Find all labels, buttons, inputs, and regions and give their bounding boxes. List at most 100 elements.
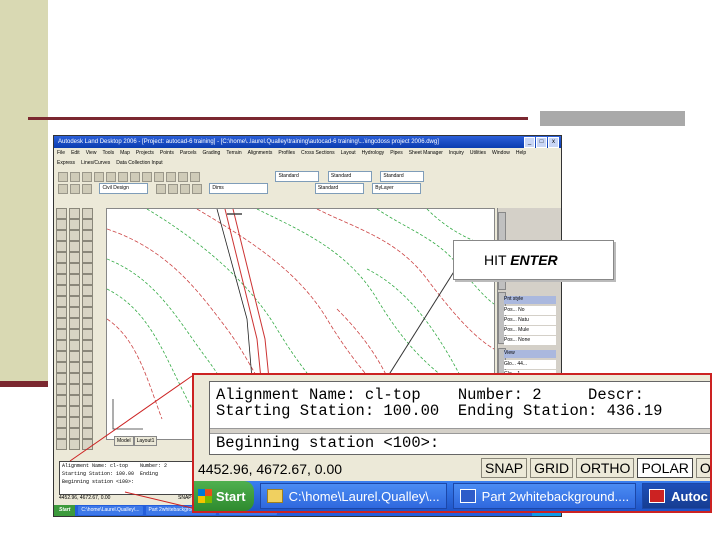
- menu-item[interactable]: Layout: [341, 148, 356, 159]
- tool-icon[interactable]: [82, 230, 93, 241]
- tool-icon[interactable]: [69, 439, 80, 450]
- tool-icon[interactable]: [56, 263, 67, 274]
- tool-icon[interactable]: [69, 219, 80, 230]
- menu-item[interactable]: Profiles: [278, 148, 295, 159]
- paste-icon[interactable]: [142, 172, 152, 182]
- tool-icon[interactable]: [69, 395, 80, 406]
- start-button[interactable]: Start: [194, 481, 254, 511]
- tool-icon[interactable]: [82, 208, 93, 219]
- menu-item[interactable]: Pipes: [390, 148, 403, 159]
- tool-icon[interactable]: [56, 373, 67, 384]
- taskbar-item-autocad[interactable]: Autoc: [642, 483, 710, 509]
- preview-icon[interactable]: [106, 172, 116, 182]
- table-style-select[interactable]: Standard: [380, 171, 425, 182]
- tool-icon[interactable]: [56, 241, 67, 252]
- bulb-icon[interactable]: [155, 184, 166, 194]
- tool-icon[interactable]: [69, 263, 80, 274]
- new-icon[interactable]: [58, 172, 68, 182]
- layer-icon[interactable]: [58, 184, 68, 194]
- tool-icon[interactable]: [82, 241, 93, 252]
- tab-model[interactable]: Model: [114, 436, 134, 446]
- menu-item[interactable]: Grading: [203, 148, 221, 159]
- polar-toggle[interactable]: POLAR: [637, 458, 693, 478]
- tool-icon[interactable]: [56, 329, 67, 340]
- tool-icon[interactable]: [56, 351, 67, 362]
- maximize-button[interactable]: □: [536, 137, 547, 148]
- tool-icon[interactable]: [56, 219, 67, 230]
- tool-icon[interactable]: [56, 428, 67, 439]
- tool-icon[interactable]: [69, 417, 80, 428]
- lineweight-select[interactable]: ByLayer: [372, 183, 422, 194]
- menu-item[interactable]: Tools: [102, 148, 114, 159]
- zoom-icon[interactable]: [190, 172, 200, 182]
- tool-icon[interactable]: [82, 263, 93, 274]
- tool-icon[interactable]: [82, 340, 93, 351]
- tool-icon[interactable]: [56, 307, 67, 318]
- tool-icon[interactable]: [56, 274, 67, 285]
- tool-icon[interactable]: [56, 230, 67, 241]
- tool-icon[interactable]: [56, 439, 67, 450]
- tool-icon[interactable]: [82, 406, 93, 417]
- layer-select[interactable]: Dims: [209, 183, 269, 194]
- minimize-button[interactable]: _: [524, 137, 535, 148]
- tool-icon[interactable]: [82, 362, 93, 373]
- tool-icon[interactable]: [82, 373, 93, 384]
- menu-item[interactable]: Points: [160, 148, 174, 159]
- menu-item[interactable]: Projects: [136, 148, 154, 159]
- tool-icon[interactable]: [56, 340, 67, 351]
- tool-icon[interactable]: [56, 285, 67, 296]
- color-icon[interactable]: [191, 184, 202, 194]
- tool-icon[interactable]: [69, 329, 80, 340]
- menu-item[interactable]: Edit: [71, 148, 80, 159]
- tool-icon[interactable]: [69, 428, 80, 439]
- tool-icon[interactable]: [82, 439, 93, 450]
- taskbar-item-explorer-small[interactable]: C:\home\Laurel.Qualley\...: [78, 506, 143, 515]
- menu-item[interactable]: Terrain: [226, 148, 241, 159]
- menu-item[interactable]: Utilities: [470, 148, 486, 159]
- tool-icon[interactable]: [82, 296, 93, 307]
- tab-layout1[interactable]: Layout1: [133, 436, 158, 446]
- palette-row[interactable]: Pos... Mule: [504, 326, 556, 335]
- menu-item[interactable]: Inquiry: [449, 148, 464, 159]
- pan-icon[interactable]: [178, 172, 188, 182]
- taskbar-item-word[interactable]: Part 2whitebackground....: [452, 483, 637, 509]
- linetype-select[interactable]: Standard: [314, 183, 364, 194]
- command-line-small[interactable]: Alignment Name: cl-top Number: 2 Starting…: [59, 461, 195, 495]
- save-icon[interactable]: [82, 172, 92, 182]
- close-button[interactable]: x: [548, 137, 559, 148]
- copy-icon[interactable]: [130, 172, 140, 182]
- tool-icon[interactable]: [82, 285, 93, 296]
- tool-icon[interactable]: [69, 274, 80, 285]
- tool-icon[interactable]: [69, 252, 80, 263]
- menu-item[interactable]: Lines/Curves: [81, 159, 110, 168]
- tool-icon[interactable]: [82, 274, 93, 285]
- menu-item[interactable]: Map: [120, 148, 130, 159]
- layer-prev-icon[interactable]: [82, 184, 92, 194]
- dim-style-select[interactable]: Standard: [327, 171, 372, 182]
- menu-item[interactable]: Alignments: [248, 148, 273, 159]
- tool-icon[interactable]: [69, 318, 80, 329]
- text-style-select[interactable]: Standard: [275, 171, 320, 182]
- palette-row[interactable]: Pos... None: [504, 336, 556, 345]
- lock-icon[interactable]: [179, 184, 190, 194]
- menu-item[interactable]: Cross Sections: [301, 148, 335, 159]
- tool-icon[interactable]: [82, 307, 93, 318]
- workspace-select[interactable]: Civil Design: [99, 183, 149, 194]
- menu-item[interactable]: Help: [516, 148, 526, 159]
- layer-state-icon[interactable]: [70, 184, 80, 194]
- menu-item[interactable]: Parcels: [180, 148, 197, 159]
- palette-row[interactable]: Glo... 44...: [504, 360, 556, 369]
- palette-row[interactable]: Pos... Natu: [504, 316, 556, 325]
- tool-icon[interactable]: [82, 318, 93, 329]
- tool-icon[interactable]: [56, 318, 67, 329]
- tool-icon[interactable]: [82, 395, 93, 406]
- tool-icon[interactable]: [69, 384, 80, 395]
- tool-icon[interactable]: [69, 340, 80, 351]
- menu-item[interactable]: Sheet Manager: [409, 148, 443, 159]
- tool-icon[interactable]: [69, 296, 80, 307]
- tool-icon[interactable]: [56, 406, 67, 417]
- menu-item[interactable]: Hydrology: [362, 148, 385, 159]
- tool-icon[interactable]: [82, 428, 93, 439]
- ortho-toggle[interactable]: ORTHO: [576, 458, 635, 478]
- menu-item[interactable]: Express: [57, 159, 75, 168]
